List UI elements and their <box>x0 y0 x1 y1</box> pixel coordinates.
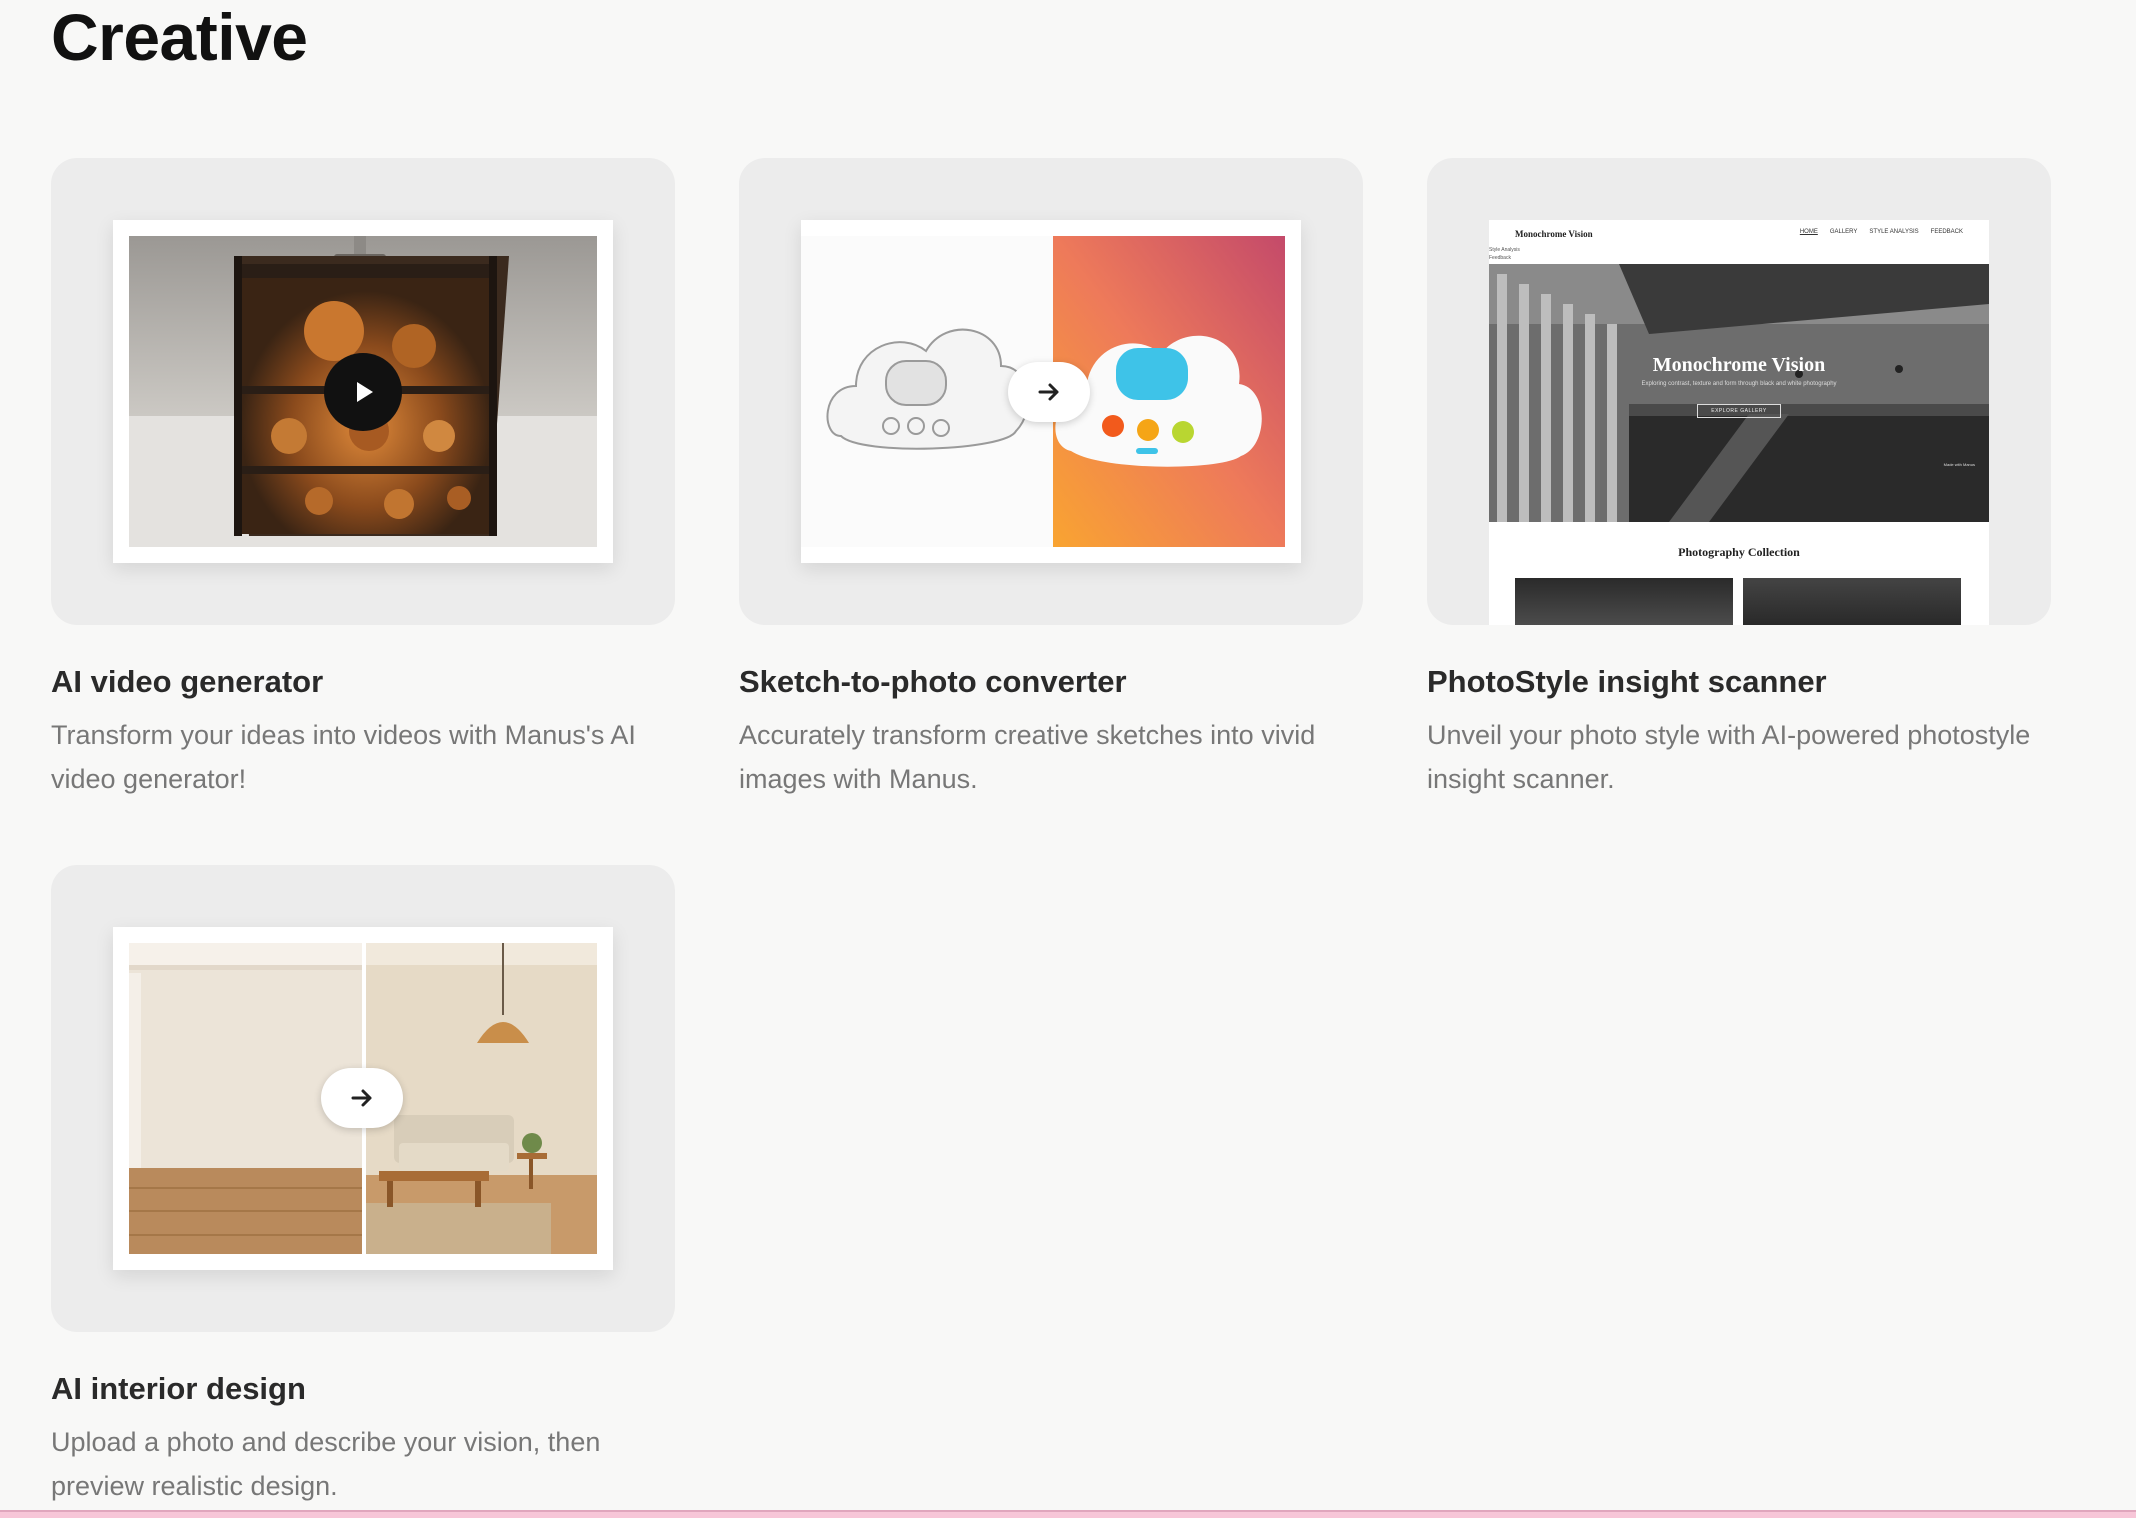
preview-brand: Monochrome Vision <box>1515 229 1593 239</box>
card-sketch-to-photo[interactable]: Sketch-to-photo converter Accurately tra… <box>739 158 1363 801</box>
convert-arrow-button <box>1008 362 1090 422</box>
card-ai-video-generator[interactable]: AI video generator Transform your ideas … <box>51 158 675 801</box>
preview-hero-title: Monochrome Vision <box>1652 354 1826 376</box>
preview-gallery-thumb <box>1743 578 1961 625</box>
preview-nav-home: HOME <box>1799 229 1818 235</box>
card-title: Sketch-to-photo converter <box>739 664 1127 699</box>
preview-nav-gallery: GALLERY <box>1829 229 1858 235</box>
preview-made-with-badge: Made with Manus <box>1943 462 1975 467</box>
preview-gallery-thumb <box>1515 578 1733 625</box>
arrow-right-icon <box>351 1089 372 1107</box>
preview-side-style-analysis: Style Analysis <box>1489 247 1520 253</box>
card-description: Transform your ideas into videos with Ma… <box>51 720 636 794</box>
preview-side-feedback: Feedback <box>1489 255 1511 261</box>
preview-side-links: Style Analysis Feedback <box>1489 246 1520 262</box>
preview-hero-image: Monochrome Vision Exploring contrast, te… <box>1489 264 1989 522</box>
card-thumbnail <box>51 158 675 625</box>
card-description: Unveil your photo style with AI-powered … <box>1427 720 2031 794</box>
preview-section-title: Photography Collection <box>1678 545 1800 559</box>
preview-nav-style-analysis: STYLE ANALYSIS <box>1869 229 1919 235</box>
card-description: Upload a photo and describe your vision,… <box>51 1427 601 1501</box>
card-photostyle-insight-scanner[interactable]: Monochrome Vision HOME GALLERY STYLE ANA… <box>1427 158 2051 801</box>
play-button[interactable] <box>324 353 402 431</box>
card-title: PhotoStyle insight scanner <box>1427 664 1827 699</box>
preview-hero-subtitle: Exploring contrast, texture and form thr… <box>1641 381 1837 387</box>
card-title: AI interior design <box>51 1371 306 1406</box>
preview-nav-links: HOME GALLERY STYLE ANALYSIS FEEDBACK <box>1800 229 1963 235</box>
video-preview-image <box>129 236 597 547</box>
website-preview: Monochrome Vision HOME GALLERY STYLE ANA… <box>1489 220 1989 625</box>
sketch-photo-preview <box>801 236 1285 547</box>
card-ai-interior-design[interactable]: AI interior design Upload a photo and de… <box>51 865 675 1508</box>
thumbnail-frame <box>113 220 613 563</box>
preview-explore-button: EXPLORE GALLERY <box>1697 404 1781 418</box>
preview-nav: Monochrome Vision HOME GALLERY STYLE ANA… <box>1489 220 1989 264</box>
card-title: AI video generator <box>51 664 324 699</box>
thumbnail-frame <box>113 927 613 1270</box>
page-title: Creative <box>51 0 308 74</box>
card-thumbnail <box>51 865 675 1332</box>
convert-arrow-button <box>321 1068 403 1128</box>
card-description: Accurately transform creative sketches i… <box>739 720 1316 794</box>
arrow-right-icon <box>1038 383 1059 401</box>
interior-preview-image <box>129 943 597 1254</box>
thumbnail-frame <box>801 220 1301 563</box>
preview-nav-feedback: FEEDBACK <box>1930 229 1963 235</box>
card-thumbnail <box>739 158 1363 625</box>
card-thumbnail: Monochrome Vision HOME GALLERY STYLE ANA… <box>1427 158 2051 625</box>
play-icon <box>357 382 373 402</box>
bottom-edge-bar <box>0 1510 2136 1518</box>
